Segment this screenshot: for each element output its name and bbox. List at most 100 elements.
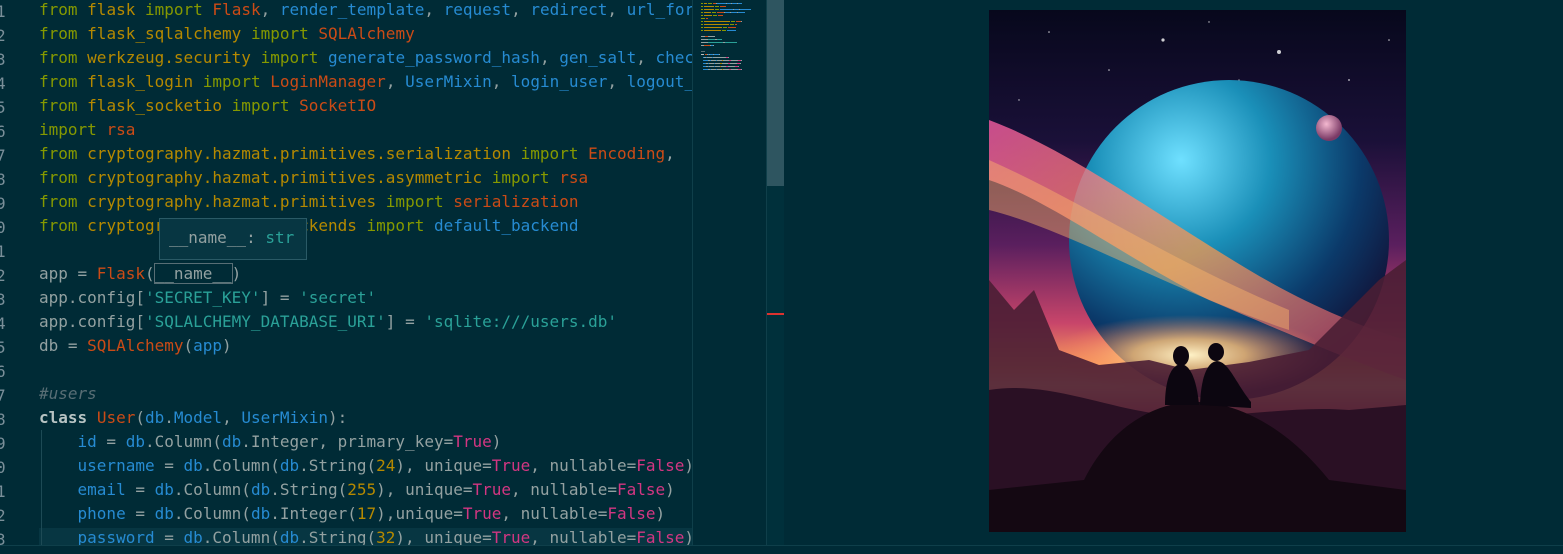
line-number: 0 xyxy=(0,218,6,237)
code-line[interactable]: app.config['SECRET_KEY'] = 'secret' xyxy=(39,286,376,310)
code-token: .Integer, primary_key= xyxy=(241,432,454,451)
code-token: cryptography.hazmat.primitives.serializa… xyxy=(87,144,512,163)
code-token: = xyxy=(96,432,126,451)
code-token: .String( xyxy=(270,480,348,499)
line-number: 4 xyxy=(0,74,6,93)
code-line[interactable]: from cryptography.hazmat.primitives impo… xyxy=(39,190,578,214)
code-line[interactable]: db = SQLAlchemy(app) xyxy=(39,334,232,358)
code-token: Flask xyxy=(96,264,145,283)
hover-separator: : xyxy=(246,228,266,247)
code-token: .String( xyxy=(299,456,377,475)
code-line[interactable]: phone = db.Column(db.Integer(17),unique=… xyxy=(39,502,666,526)
code-line[interactable]: from flask import Flask, render_template… xyxy=(39,0,692,22)
code-token: Encoding xyxy=(588,144,666,163)
code-token: , xyxy=(665,144,675,163)
code-token: True xyxy=(472,480,512,499)
minimap-stroke xyxy=(708,42,723,43)
code-token: User xyxy=(96,408,136,427)
code-token: .Column( xyxy=(202,456,280,475)
minimap-stroke xyxy=(701,24,703,25)
code-token: db xyxy=(125,432,145,451)
line-number: 8 xyxy=(0,410,6,429)
minimap-stroke xyxy=(701,15,703,16)
code-token: .Integer( xyxy=(270,504,357,523)
minimap[interactable] xyxy=(692,0,767,553)
minimap-stroke xyxy=(720,9,733,10)
code-token: db xyxy=(154,480,174,499)
minimap-stroke xyxy=(704,6,714,7)
code-token: werkzeug.security xyxy=(87,48,251,67)
minimap-stroke xyxy=(722,30,726,31)
code-token: import xyxy=(39,120,97,139)
hover-symbol-type: str xyxy=(265,228,295,247)
code-token: , nullable= xyxy=(501,504,608,523)
code-line[interactable]: from flask_socketio import SocketIO xyxy=(39,94,376,118)
minimap-stroke xyxy=(708,3,712,4)
minimap-stroke xyxy=(701,12,703,13)
minimap-stroke xyxy=(723,27,727,28)
code-line[interactable]: app.config['SQLALCHEMY_DATABASE_URI'] = … xyxy=(39,310,617,334)
code-token: check_password_hash xyxy=(655,48,692,67)
minimap-stroke xyxy=(731,60,738,61)
code-token: from xyxy=(39,48,78,67)
code-token: import xyxy=(231,96,290,115)
code-token: , xyxy=(222,408,242,427)
scrollbar-thumb[interactable] xyxy=(767,0,784,186)
code-token: db xyxy=(250,504,271,523)
minimap-stroke xyxy=(717,39,722,40)
code-line[interactable]: from cryptography.hazmat.backends import… xyxy=(39,214,578,238)
error-marker xyxy=(767,313,784,315)
code-token: SocketIO xyxy=(299,96,377,115)
minimap-stroke xyxy=(712,12,716,13)
code-line[interactable]: from cryptography.hazmat.primitives.seri… xyxy=(39,142,675,166)
code-token: import xyxy=(366,216,425,235)
artwork-svg xyxy=(989,10,1406,532)
code-token: from xyxy=(39,144,78,163)
code-token: , xyxy=(539,48,560,67)
code-line[interactable]: id = db.Column(db.Integer, primary_key=T… xyxy=(39,430,502,454)
code-line[interactable]: from flask_login import LoginManager, Us… xyxy=(39,70,692,94)
code-token: SQLAlchemy xyxy=(318,24,415,43)
code-line[interactable]: from flask_sqlalchemy import SQLAlchemy xyxy=(39,22,415,46)
code-line[interactable]: #users xyxy=(39,382,97,406)
code-line[interactable]: username = db.Column(db.String(24), uniq… xyxy=(39,454,692,478)
code-token: ) xyxy=(231,264,242,283)
code-token: from xyxy=(39,96,78,115)
code-line[interactable]: from cryptography.hazmat.primitives.asym… xyxy=(39,166,588,190)
code-line[interactable]: import rsa xyxy=(39,118,135,142)
code-token: redirect xyxy=(530,0,608,19)
line-number: 2 xyxy=(0,266,6,285)
code-token: False xyxy=(607,504,656,523)
code-token: Model xyxy=(173,408,223,427)
minimap-stroke xyxy=(718,15,723,16)
minimap-stroke xyxy=(715,9,719,10)
minimap-stroke xyxy=(708,39,715,40)
code-line[interactable]: from werkzeug.security import generate_p… xyxy=(39,46,692,70)
code-token: from xyxy=(39,168,78,187)
code-token: , xyxy=(607,72,627,91)
code-editor[interactable]: 12345678901234567890123 from flask impor… xyxy=(0,0,692,553)
code-token: 'sqlite:///users.db' xyxy=(424,312,617,331)
code-token: import xyxy=(260,48,319,67)
code-line[interactable]: app = Flask(__name__) xyxy=(39,262,241,286)
code-token: id xyxy=(77,432,97,451)
code-line[interactable]: email = db.Column(db.String(255), unique… xyxy=(39,478,675,502)
code-line[interactable]: class User(db.Model, UserMixin): xyxy=(39,406,347,430)
minimap-stroke xyxy=(728,27,736,28)
code-token: , xyxy=(385,72,406,91)
code-token: db xyxy=(144,408,165,427)
vertical-scrollbar[interactable] xyxy=(766,0,784,553)
code-token: 'SECRET_KEY' xyxy=(144,288,261,307)
minimap-stroke xyxy=(701,3,703,4)
line-number: 2 xyxy=(0,506,6,525)
code-token: ] = xyxy=(260,288,300,307)
line-number: 5 xyxy=(0,338,6,357)
